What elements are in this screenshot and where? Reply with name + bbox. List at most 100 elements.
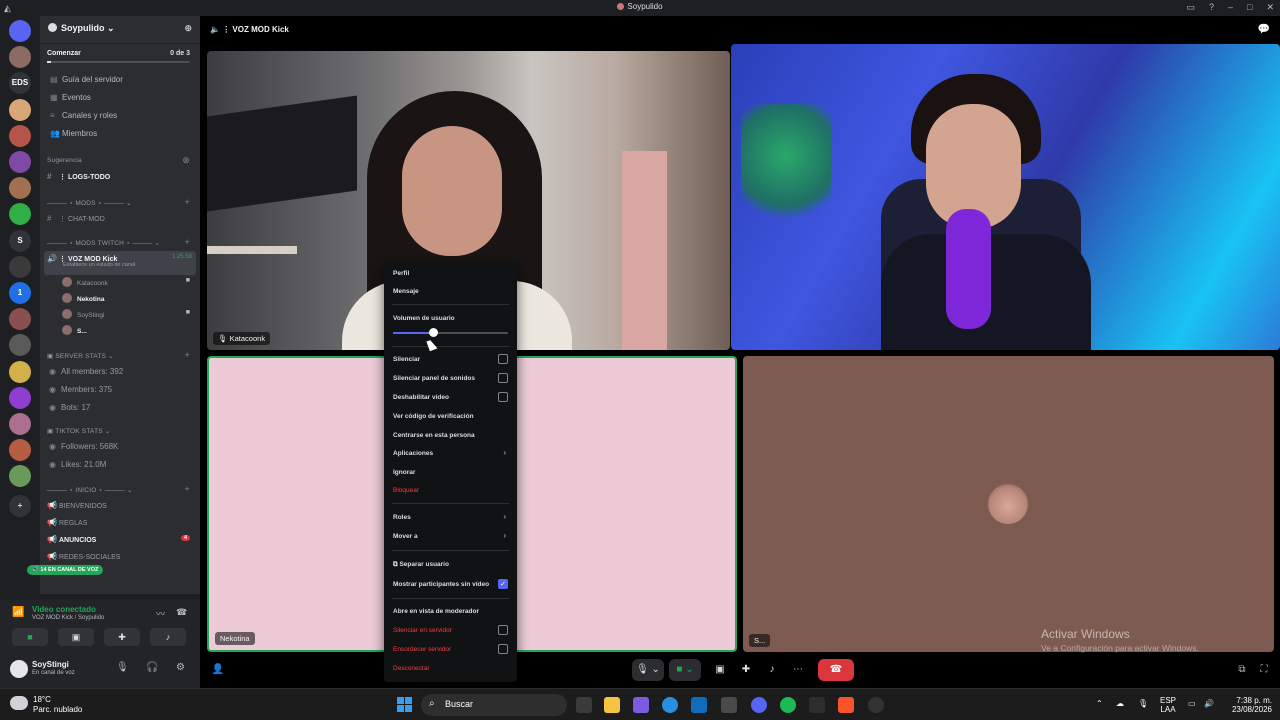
voice-status-title[interactable]: Video conectado [32, 605, 96, 614]
store-icon[interactable] [721, 697, 737, 713]
server-icon[interactable] [9, 124, 31, 147]
menu-message[interactable]: Mensaje [393, 288, 419, 295]
add-member-icon[interactable]: ⊕ [184, 23, 192, 34]
server-header[interactable]: Soypulido ⌄ ⊕ [40, 16, 200, 44]
menu-focus[interactable]: Centrarse en esta persona [393, 432, 475, 439]
category-mods[interactable]: ——— ⋆ MODS ⋆ ——— ⌄ + [40, 194, 200, 211]
menu-block[interactable]: Bloquear [393, 487, 419, 494]
avatar[interactable] [10, 660, 28, 678]
mute-soundboard-checkbox[interactable] [498, 373, 508, 383]
stat-all-members[interactable]: ◉ All members: 392 [40, 364, 200, 382]
nav-server-guide[interactable]: ▤ Guía del servidor [40, 72, 200, 90]
server-icon[interactable] [9, 20, 31, 42]
chat-bubble-icon[interactable]: 💬 [1258, 24, 1270, 35]
menu-show-no-video[interactable]: Mostrar participantes sin vídeo [393, 581, 489, 588]
server-icon[interactable] [9, 203, 31, 226]
voice-count-pill[interactable]: 🔊 14 EN CANAL DE VOZ [27, 565, 104, 575]
popout-icon[interactable]: ⧉ [1234, 659, 1250, 681]
chevron-up-icon[interactable]: ⌃ [1096, 699, 1103, 708]
onboarding-progress[interactable]: Comenzar 0 de 3 [40, 44, 200, 66]
menu-disconnect[interactable]: Desconectar [393, 665, 430, 672]
volume-slider-knob[interactable] [429, 328, 439, 337]
app-icon[interactable] [633, 697, 649, 713]
headphones-icon[interactable]: 🎧 [146, 662, 158, 673]
settings-gear-icon[interactable]: ⚙ [176, 662, 185, 673]
app-icon[interactable] [868, 697, 884, 713]
server-icon[interactable] [9, 308, 31, 331]
mic-tray-icon[interactable]: 🎙 [1138, 699, 1148, 708]
activities-button[interactable]: ✚ [104, 628, 140, 646]
stat-followers[interactable]: ◉ Followers: 568K [40, 439, 200, 457]
server-icon[interactable]: 1 [9, 282, 31, 304]
category-tiktok-stats[interactable]: ▣ TIKTOK STATS ⌄ [40, 422, 200, 439]
nav-events[interactable]: ▦ Eventos [40, 90, 200, 108]
server-icon[interactable] [9, 386, 31, 409]
server-icon[interactable] [9, 177, 31, 200]
channel-voice-active[interactable]: 🔊 ⋮ VOZ MOD Kick Establece un estado de c… [44, 251, 196, 275]
windows-start-icon[interactable] [397, 697, 412, 712]
cloud-tray-icon[interactable]: ☁ [1116, 699, 1124, 708]
server-icon[interactable] [9, 334, 31, 357]
screen-share-icon[interactable]: ▣ [712, 659, 728, 681]
server-icon[interactable] [9, 46, 31, 69]
voice-status-channel[interactable]: VOZ MOD Kick / Soypulido [32, 615, 104, 621]
add-server-button[interactable]: + [9, 495, 31, 517]
disconnect-icon[interactable]: ☎ [176, 607, 187, 618]
menu-pop-out[interactable]: ⧉ Separar usuario [393, 561, 449, 569]
menu-profile[interactable]: Perfil [393, 270, 409, 277]
stat-members[interactable]: ◉ Members: 375 [40, 382, 200, 400]
category-mods-twitch[interactable]: ——— ⋆ MODS TWITCH ⋆ ——— ⌄ + [40, 234, 200, 251]
inbox-icon[interactable]: ▭ [1186, 2, 1195, 13]
channel-logs[interactable]: # ⋮ LOGS-TODO [40, 169, 200, 186]
channel-chat-mod[interactable]: # ⋮ CHAT-MOD [40, 211, 200, 228]
show-no-video-checkbox[interactable]: ✓ [498, 579, 508, 589]
outlook-icon[interactable] [691, 697, 707, 713]
server-icon[interactable] [9, 465, 31, 488]
channel-item[interactable]: 📢 REDES-SOCIALES [40, 549, 200, 566]
menu-ignore[interactable]: Ignorar [393, 469, 415, 476]
add-channel-icon[interactable]: + [185, 484, 190, 494]
weather-widget[interactable]: 18°C Parc. nublado [33, 695, 82, 715]
task-view-icon[interactable] [576, 697, 592, 713]
taskbar-search[interactable]: ⌕ Buscar [421, 694, 567, 716]
mute-button[interactable]: 🎙 ⌄ [632, 659, 664, 681]
camera-button[interactable]: ■ [12, 628, 48, 646]
voice-user[interactable]: SoyStingi ■ [40, 307, 200, 323]
username[interactable]: SoyStingi [32, 660, 69, 669]
help-icon[interactable]: ? [1209, 2, 1214, 13]
menu-roles[interactable]: Roles [393, 514, 411, 521]
server-icon[interactable]: EDS [9, 72, 31, 95]
server-icon[interactable] [9, 413, 31, 435]
maximize-button[interactable]: □ [1247, 2, 1252, 13]
app-icon[interactable] [809, 697, 825, 713]
video-tile-streamer[interactable] [731, 44, 1280, 350]
menu-disable-video[interactable]: Deshabilitar vídeo [393, 394, 449, 401]
add-channel-icon[interactable]: + [185, 237, 190, 247]
server-icon[interactable] [9, 98, 31, 121]
nav-channels-roles[interactable]: ≡ Canales y roles [40, 108, 200, 126]
server-icon[interactable] [9, 255, 31, 278]
edge-icon[interactable] [662, 697, 678, 713]
server-icon[interactable] [9, 439, 31, 462]
menu-mod-view[interactable]: Abre en vista de moderador [393, 608, 479, 615]
menu-mute-soundboard[interactable]: Silenciar panel de sonidos [393, 375, 475, 382]
discord-taskbar-icon[interactable] [751, 697, 767, 713]
voice-user[interactable]: Katacoonk ■ [40, 275, 200, 291]
more-icon[interactable]: ⋯ [790, 659, 806, 681]
category-inicio[interactable]: ——— ⋆ INICIO ⋆ ——— ⌄ + [40, 481, 200, 498]
fullscreen-icon[interactable]: ⛶ [1256, 659, 1272, 681]
soundboard-icon[interactable]: ♪ [764, 659, 780, 681]
video-tile-s[interactable]: S... [743, 356, 1274, 652]
noise-suppression-icon[interactable]: 〰 [156, 607, 165, 620]
video-button[interactable]: ■ ⌄ [669, 659, 701, 681]
add-channel-icon[interactable]: + [185, 197, 190, 207]
stat-likes[interactable]: ◉ Likes: 21.0M [40, 457, 200, 475]
channel-item[interactable]: 📢 ANUNCIOS 4 [40, 532, 200, 549]
volume-icon[interactable]: 🔊 [1204, 699, 1214, 708]
close-button[interactable]: ✕ [1266, 2, 1274, 13]
menu-server-mute[interactable]: Silenciar en servidor [393, 627, 452, 634]
invite-icon[interactable]: 👤 [210, 659, 226, 681]
screen-share-button[interactable]: ▣ [58, 628, 94, 646]
soundboard-button[interactable]: ♪ [150, 628, 186, 646]
file-explorer-icon[interactable] [604, 697, 620, 713]
